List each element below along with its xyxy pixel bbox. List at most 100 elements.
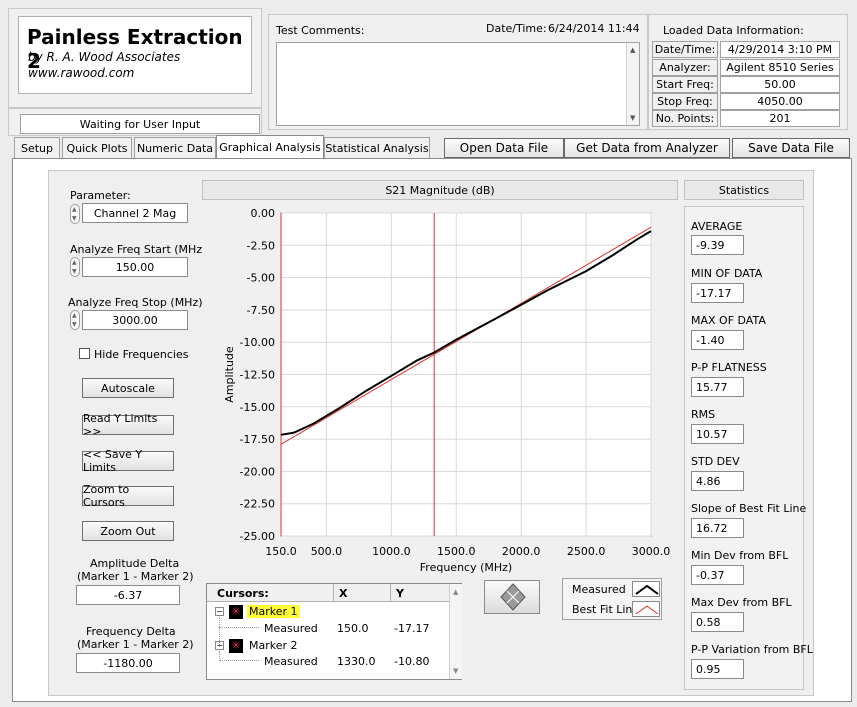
stat-value-max-dev: 0.58 [691,612,744,632]
scroll-up-icon[interactable]: ▲ [453,588,458,596]
hide-frequencies-label: Hide Frequencies [94,348,189,361]
stat-value-pp-flatness: 15.77 [691,377,744,397]
stat-label-std-dev: STD DEV [691,455,740,468]
legend-measured-label: Measured [572,583,626,596]
marker-2-y: -10.80 [394,655,430,668]
freq-start-spinner[interactable]: ▲ ▼ [70,257,80,277]
marker-1-sub: Measured [264,622,318,635]
comments-label: Test Comments: [276,24,365,37]
y-tick-label: -12.50 [240,369,275,382]
cursor-table[interactable]: Cursors: X Y ▲ ▼ − ✳ Marker 1 Measured 1… [206,583,462,680]
y-tick-label: -17.50 [240,433,275,446]
stat-label-min: MIN OF DATA [691,267,763,280]
parameter-select[interactable]: Channel 2 Mag [82,203,188,223]
stat-value-std-dev: 4.86 [691,471,744,491]
y-tick-label: -2.50 [247,239,275,252]
cursor-move-pad[interactable] [484,580,540,614]
hide-frequencies-checkbox[interactable] [79,348,90,359]
zoom-out-button[interactable]: Zoom Out [82,521,174,541]
x-axis-label: Frequency (MHz) [420,561,512,574]
tab-quick-plots[interactable]: Quick Plots [62,137,132,158]
chart-plot[interactable]: 150.0 500.0 1000.0 1500.0 2000.0 2500.0 3000.0… [202,200,678,576]
app-website: www.rawood.com [28,66,135,80]
marker-cross-icon: ✳ [229,639,243,653]
freq-start-label: Analyze Freq Start (MHz) [70,243,207,256]
cursor-header-name: Cursors: [217,587,269,600]
y-tick-label: -7.50 [247,304,275,317]
scroll-down-icon[interactable]: ▼ [630,114,635,122]
loaded-title: Loaded Data Information: [663,24,804,37]
y-tick-label: -20.00 [240,465,275,478]
collapse-icon[interactable]: − [215,607,224,616]
cursor-header-y: Y [396,587,404,600]
read-y-limits-button[interactable]: Read Y Limits >> [82,412,174,438]
freq-stop-spinner[interactable]: ▲ ▼ [70,310,80,330]
freq-delta-sublabel: (Marker 1 - Marker 2) [77,638,194,651]
title-box: Painless Extraction 2 by R. A. Wood Asso… [18,16,252,94]
scroll-up-icon[interactable]: ▲ [630,46,635,54]
amp-delta-sublabel: (Marker 1 - Marker 2) [77,570,194,583]
stat-value-min-dev: -0.37 [691,565,744,585]
marker-1-name[interactable]: Marker 1 [247,605,300,618]
stat-value-max: -1.40 [691,330,744,350]
y-tick-label: -22.50 [240,498,275,511]
status-text: Waiting for User Input [20,114,260,134]
autoscale-button[interactable]: Autoscale [82,378,174,398]
loaded-row-stop: Stop Freq: 4050.00 [652,93,840,110]
parameter-label: Parameter: [70,189,131,202]
save-y-limits-button[interactable]: << Save Y Limits [82,448,174,474]
marker-1-x: 150.0 [337,622,369,635]
stat-label-average: AVERAGE [691,220,743,233]
amp-delta-value: -6.37 [76,585,180,605]
x-tick-label: 2500.0 [567,545,606,558]
legend-bestfit-label: Best Fit Line [572,603,640,616]
cursor-header-x: X [339,587,348,600]
y-tick-label: 0.00 [251,207,276,220]
marker-2-x: 1330.0 [337,655,376,668]
tab-setup[interactable]: Setup [14,137,60,158]
tab-statistical-analysis[interactable]: Statistical Analysis [324,137,430,158]
stat-value-rms: 10.57 [691,424,744,444]
get-data-from-analyzer-button[interactable]: Get Data from Analyzer [564,138,730,158]
scroll-down-icon[interactable]: ▼ [453,667,458,675]
comments-textarea[interactable] [276,42,640,126]
stat-label-pp-variation: P-P Variation from BFL [691,643,813,656]
x-tick-label: 1000.0 [372,545,411,558]
direction-pad-icon[interactable] [485,581,541,615]
marker-cross-icon: ✳ [229,605,243,619]
tab-numeric-data[interactable]: Numeric Data [134,137,216,158]
cursor-table-scrollbar[interactable]: ▲ ▼ [449,584,462,679]
app-author: by R. A. Wood Associates [28,50,181,64]
stat-value-average: -9.39 [691,235,744,255]
stat-label-max-dev: Max Dev from BFL [691,596,792,609]
freq-delta-value: -1180.00 [76,653,180,673]
stat-value-slope: 16.72 [691,518,744,538]
loaded-row-datetime: Date/Time: 4/29/2014 3:10 PM [652,41,840,58]
datetime-label: Date/Time: [486,22,547,35]
freq-start-input[interactable]: 150.00 [82,257,188,277]
zoom-to-cursors-button[interactable]: Zoom to Cursors [82,483,174,509]
x-tick-label: 3000.0 [632,545,671,558]
x-tick-label: 1500.0 [437,545,476,558]
freq-stop-label: Analyze Freq Stop (MHz) [68,296,203,309]
y-tick-label: -10.00 [240,336,275,349]
legend-measured-swatch [632,581,660,597]
freq-stop-input[interactable]: 3000.00 [82,310,188,330]
tab-graphical-analysis[interactable]: Graphical Analysis [216,135,324,159]
marker-1-y: -17.17 [394,622,430,635]
save-data-file-button[interactable]: Save Data File [732,138,850,158]
marker-2-name[interactable]: Marker 2 [249,639,298,652]
stat-value-min: -17.17 [691,283,744,303]
stat-label-rms: RMS [691,408,716,421]
loaded-row-points: No. Points: 201 [652,110,840,127]
amp-delta-label: Amplitude Delta [90,557,180,570]
x-tick-label: 2000.0 [502,545,540,558]
cursor-table-header: Cursors: X Y [207,584,449,602]
y-axis-label: Amplitude [223,346,236,403]
stat-value-pp-variation: 0.95 [691,659,744,679]
comments-scrollbar[interactable]: ▲ ▼ [626,43,639,125]
y-tick-label: -5.00 [247,272,275,285]
marker-2-sub: Measured [264,655,318,668]
open-data-file-button[interactable]: Open Data File [444,138,564,158]
parameter-spinner[interactable]: ▲ ▼ [70,204,80,224]
